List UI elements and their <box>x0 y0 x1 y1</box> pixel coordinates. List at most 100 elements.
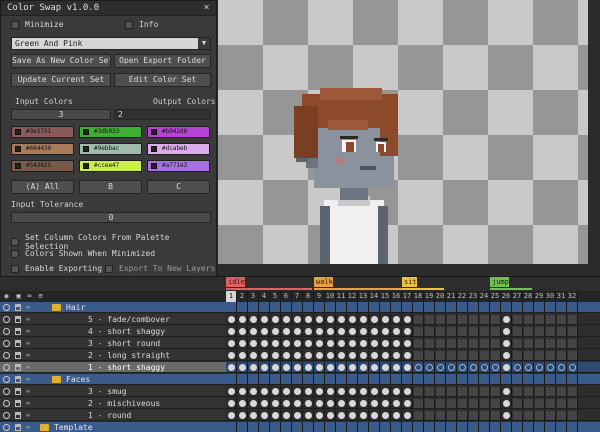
cel[interactable] <box>435 362 446 373</box>
frame-number[interactable]: 1 <box>226 291 237 302</box>
cel[interactable] <box>369 350 380 361</box>
cel[interactable] <box>424 398 435 409</box>
cel[interactable] <box>292 410 303 421</box>
cel[interactable] <box>545 386 556 397</box>
cel[interactable] <box>303 350 314 361</box>
cel[interactable] <box>248 314 259 325</box>
cel[interactable] <box>567 326 578 337</box>
cel[interactable] <box>567 302 578 313</box>
cel[interactable] <box>424 410 435 421</box>
eye-icon[interactable] <box>3 400 10 407</box>
cel[interactable] <box>369 302 380 313</box>
cel[interactable] <box>424 302 435 313</box>
cel[interactable] <box>501 314 512 325</box>
cel[interactable] <box>402 326 413 337</box>
cel[interactable] <box>248 374 259 385</box>
cel[interactable] <box>457 338 468 349</box>
eye-icon[interactable]: ◉ <box>3 293 10 300</box>
cel[interactable] <box>325 374 336 385</box>
cel[interactable] <box>501 374 512 385</box>
eye-icon[interactable] <box>3 412 10 419</box>
cel[interactable] <box>523 374 534 385</box>
color-set-dropdown[interactable]: Green And Pink ▼ <box>11 37 211 50</box>
eye-icon[interactable] <box>3 352 10 359</box>
cel[interactable] <box>358 326 369 337</box>
cel[interactable] <box>435 374 446 385</box>
cel[interactable] <box>259 410 270 421</box>
cel[interactable] <box>391 410 402 421</box>
cel[interactable] <box>325 338 336 349</box>
cel[interactable] <box>292 338 303 349</box>
cel[interactable] <box>468 386 479 397</box>
lock-icon[interactable] <box>15 412 21 419</box>
cel[interactable] <box>303 302 314 313</box>
cel[interactable] <box>259 338 270 349</box>
cel[interactable] <box>468 410 479 421</box>
lock-icon[interactable] <box>15 328 21 335</box>
cel[interactable] <box>259 386 270 397</box>
cel[interactable] <box>347 302 358 313</box>
cel[interactable] <box>369 410 380 421</box>
cel[interactable] <box>391 362 402 373</box>
cel[interactable] <box>567 398 578 409</box>
cel[interactable] <box>292 302 303 313</box>
cel[interactable] <box>226 386 237 397</box>
cel[interactable] <box>248 386 259 397</box>
cel[interactable] <box>303 410 314 421</box>
frame-tag[interactable]: walk <box>314 277 333 287</box>
cel[interactable] <box>259 398 270 409</box>
frame-number[interactable]: 32 <box>567 291 578 302</box>
lock-icon[interactable] <box>15 364 21 371</box>
cel[interactable] <box>512 422 523 432</box>
cel[interactable] <box>347 314 358 325</box>
cel[interactable] <box>391 314 402 325</box>
cel[interactable] <box>226 362 237 373</box>
cel[interactable] <box>281 326 292 337</box>
cel[interactable] <box>468 338 479 349</box>
cel[interactable] <box>479 350 490 361</box>
cel[interactable] <box>457 350 468 361</box>
color-swatch[interactable]: #dcabeb <box>147 143 210 155</box>
color-swatch[interactable]: #3e2731 <box>11 126 74 138</box>
cel[interactable] <box>446 338 457 349</box>
color-swatch[interactable]: #3db033 <box>79 126 142 138</box>
frame-number[interactable]: 9 <box>314 291 325 302</box>
cel[interactable] <box>402 362 413 373</box>
frame-number[interactable]: 11 <box>336 291 347 302</box>
minimize-checkbox[interactable] <box>11 20 19 29</box>
input-colors-stepper[interactable]: 3 <box>11 109 111 120</box>
cel[interactable] <box>402 350 413 361</box>
cel[interactable] <box>380 374 391 385</box>
cel[interactable] <box>534 374 545 385</box>
cel[interactable] <box>259 422 270 432</box>
cel[interactable] <box>281 338 292 349</box>
cel[interactable] <box>292 326 303 337</box>
cel[interactable] <box>226 410 237 421</box>
cel[interactable] <box>259 374 270 385</box>
cel[interactable] <box>270 362 281 373</box>
cel[interactable] <box>567 350 578 361</box>
cel[interactable] <box>490 374 501 385</box>
frame-number[interactable]: 24 <box>479 291 490 302</box>
frame-number[interactable]: 5 <box>270 291 281 302</box>
cel[interactable] <box>358 314 369 325</box>
color-swatch[interactable]: #ccee47 <box>79 160 142 172</box>
cel[interactable] <box>457 302 468 313</box>
shown-minimized-checkbox[interactable] <box>11 249 19 258</box>
cel[interactable] <box>336 386 347 397</box>
cel[interactable] <box>490 398 501 409</box>
cel[interactable] <box>270 350 281 361</box>
cel[interactable] <box>523 302 534 313</box>
cel[interactable] <box>556 326 567 337</box>
cel[interactable] <box>501 362 512 373</box>
cel[interactable] <box>468 362 479 373</box>
layer-group[interactable]: ∞ Hair <box>0 302 226 313</box>
cel[interactable] <box>413 422 424 432</box>
eye-icon[interactable] <box>3 316 10 323</box>
cel[interactable] <box>556 302 567 313</box>
layer-group[interactable]: ∞ Template <box>0 422 226 432</box>
lock-icon[interactable] <box>15 304 21 311</box>
cel[interactable] <box>435 386 446 397</box>
cel[interactable] <box>270 422 281 432</box>
cel[interactable] <box>468 326 479 337</box>
